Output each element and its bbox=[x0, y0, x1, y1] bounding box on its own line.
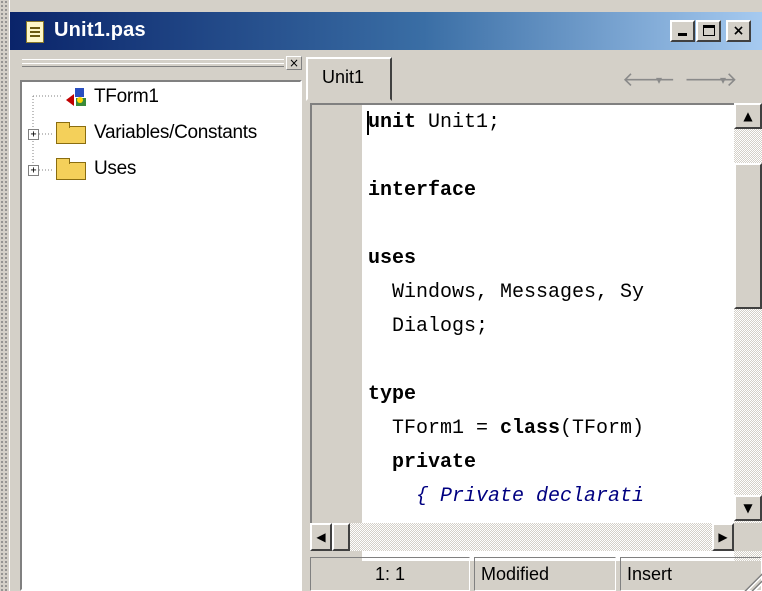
maximize-button[interactable] bbox=[696, 20, 721, 42]
modified-status: Modified bbox=[474, 557, 616, 591]
editor-gutter[interactable] bbox=[310, 103, 362, 546]
expand-icon[interactable]: + bbox=[28, 165, 39, 176]
size-grip-icon[interactable] bbox=[744, 573, 762, 591]
code-token: unit bbox=[368, 111, 417, 134]
code-token: uses bbox=[368, 247, 417, 270]
scroll-left-button[interactable]: ◀ bbox=[310, 523, 332, 551]
tree-item-label: Uses bbox=[94, 158, 137, 179]
code-line: type bbox=[368, 383, 416, 407]
vertical-scroll-thumb[interactable] bbox=[734, 163, 762, 309]
navigation-buttons: 🡐 ▾ 🡒 ▾ bbox=[622, 67, 762, 91]
code-line: uses bbox=[368, 247, 416, 271]
scroll-up-button[interactable]: ▲ bbox=[734, 103, 762, 129]
minimize-icon bbox=[678, 33, 687, 36]
code-line: { Private declarati bbox=[368, 485, 644, 509]
code-line: interface bbox=[368, 179, 476, 203]
code-editor-panel: Unit1 🡐 ▾ 🡒 ▾ unit Unit1; interface uses W… bbox=[302, 55, 762, 591]
code-token: interface bbox=[368, 179, 477, 202]
code-token: class bbox=[500, 417, 561, 440]
code-explorer-tree[interactable]: TForm1 + Variables/Constants + Uses bbox=[20, 80, 302, 591]
code-token: private bbox=[368, 451, 477, 474]
code-token: Dialogs; bbox=[368, 315, 489, 338]
document-icon bbox=[26, 21, 44, 43]
splitter-strip[interactable] bbox=[0, 0, 10, 591]
code-token: Windows, Messages, Sy bbox=[368, 281, 645, 304]
form-icon bbox=[66, 88, 86, 106]
tree-item-uses[interactable]: + Uses bbox=[22, 158, 222, 180]
tree-item-label: Variables/Constants bbox=[94, 122, 257, 143]
scroll-right-button[interactable]: ▶ bbox=[712, 523, 734, 551]
insert-mode-status: Insert bbox=[620, 557, 762, 591]
code-line: Dialogs; bbox=[368, 315, 488, 339]
maximize-icon bbox=[703, 25, 715, 36]
tree-item-label: TForm1 bbox=[94, 86, 159, 107]
close-icon: × bbox=[732, 23, 745, 39]
close-button[interactable]: × bbox=[726, 20, 751, 42]
tab-unit1[interactable]: Unit1 bbox=[306, 57, 392, 101]
minimize-button[interactable] bbox=[670, 20, 695, 42]
code-line: TForm1 = class(TForm) bbox=[368, 417, 644, 441]
code-editor[interactable]: unit Unit1; interface uses Windows, Messag… bbox=[362, 103, 734, 561]
horizontal-scroll-thumb[interactable] bbox=[332, 523, 350, 551]
editor-window: Unit1.pas × × TForm1 + Variables/Constan… bbox=[10, 12, 762, 591]
back-arrow-icon[interactable]: 🡐 bbox=[622, 67, 676, 91]
code-token: Unit1; bbox=[416, 111, 501, 134]
code-token: (TForm) bbox=[560, 417, 645, 440]
folder-icon bbox=[56, 122, 86, 144]
status-bar: 1: 1 Modified Insert bbox=[302, 555, 762, 591]
code-explorer-header: × bbox=[20, 55, 304, 79]
tree-item-tform1[interactable]: TForm1 bbox=[22, 86, 292, 108]
window-title: Unit1.pas bbox=[54, 19, 146, 41]
scrollbar-corner bbox=[734, 523, 762, 551]
cursor-position: 1: 1 bbox=[310, 557, 470, 591]
title-bar[interactable]: Unit1.pas × bbox=[10, 12, 762, 50]
scroll-down-button[interactable]: ▼ bbox=[734, 495, 762, 521]
horizontal-scrollbar[interactable]: ◀ ▶ bbox=[310, 523, 734, 551]
expand-icon[interactable]: + bbox=[28, 129, 39, 140]
code-token: type bbox=[368, 383, 417, 406]
tree-item-variables-constants[interactable]: + Variables/Constants bbox=[22, 122, 300, 144]
panel-grip[interactable] bbox=[22, 59, 284, 67]
code-token: TForm1 = bbox=[368, 417, 501, 440]
folder-icon bbox=[56, 158, 86, 180]
code-line: Windows, Messages, Sy bbox=[368, 281, 644, 305]
code-token: { Private declarati bbox=[368, 485, 645, 508]
code-line: private bbox=[368, 451, 476, 475]
back-dropdown-icon[interactable]: ▾ bbox=[656, 73, 662, 87]
code-line: unit Unit1; bbox=[368, 111, 500, 135]
vertical-scrollbar[interactable]: ▲ ▼ bbox=[734, 103, 762, 561]
forward-dropdown-icon[interactable]: ▾ bbox=[720, 73, 726, 87]
forward-arrow-icon[interactable]: 🡒 bbox=[684, 67, 738, 91]
code-explorer-close-button[interactable]: × bbox=[286, 56, 302, 70]
editor-tabstrip: Unit1 🡐 ▾ 🡒 ▾ bbox=[302, 55, 762, 103]
